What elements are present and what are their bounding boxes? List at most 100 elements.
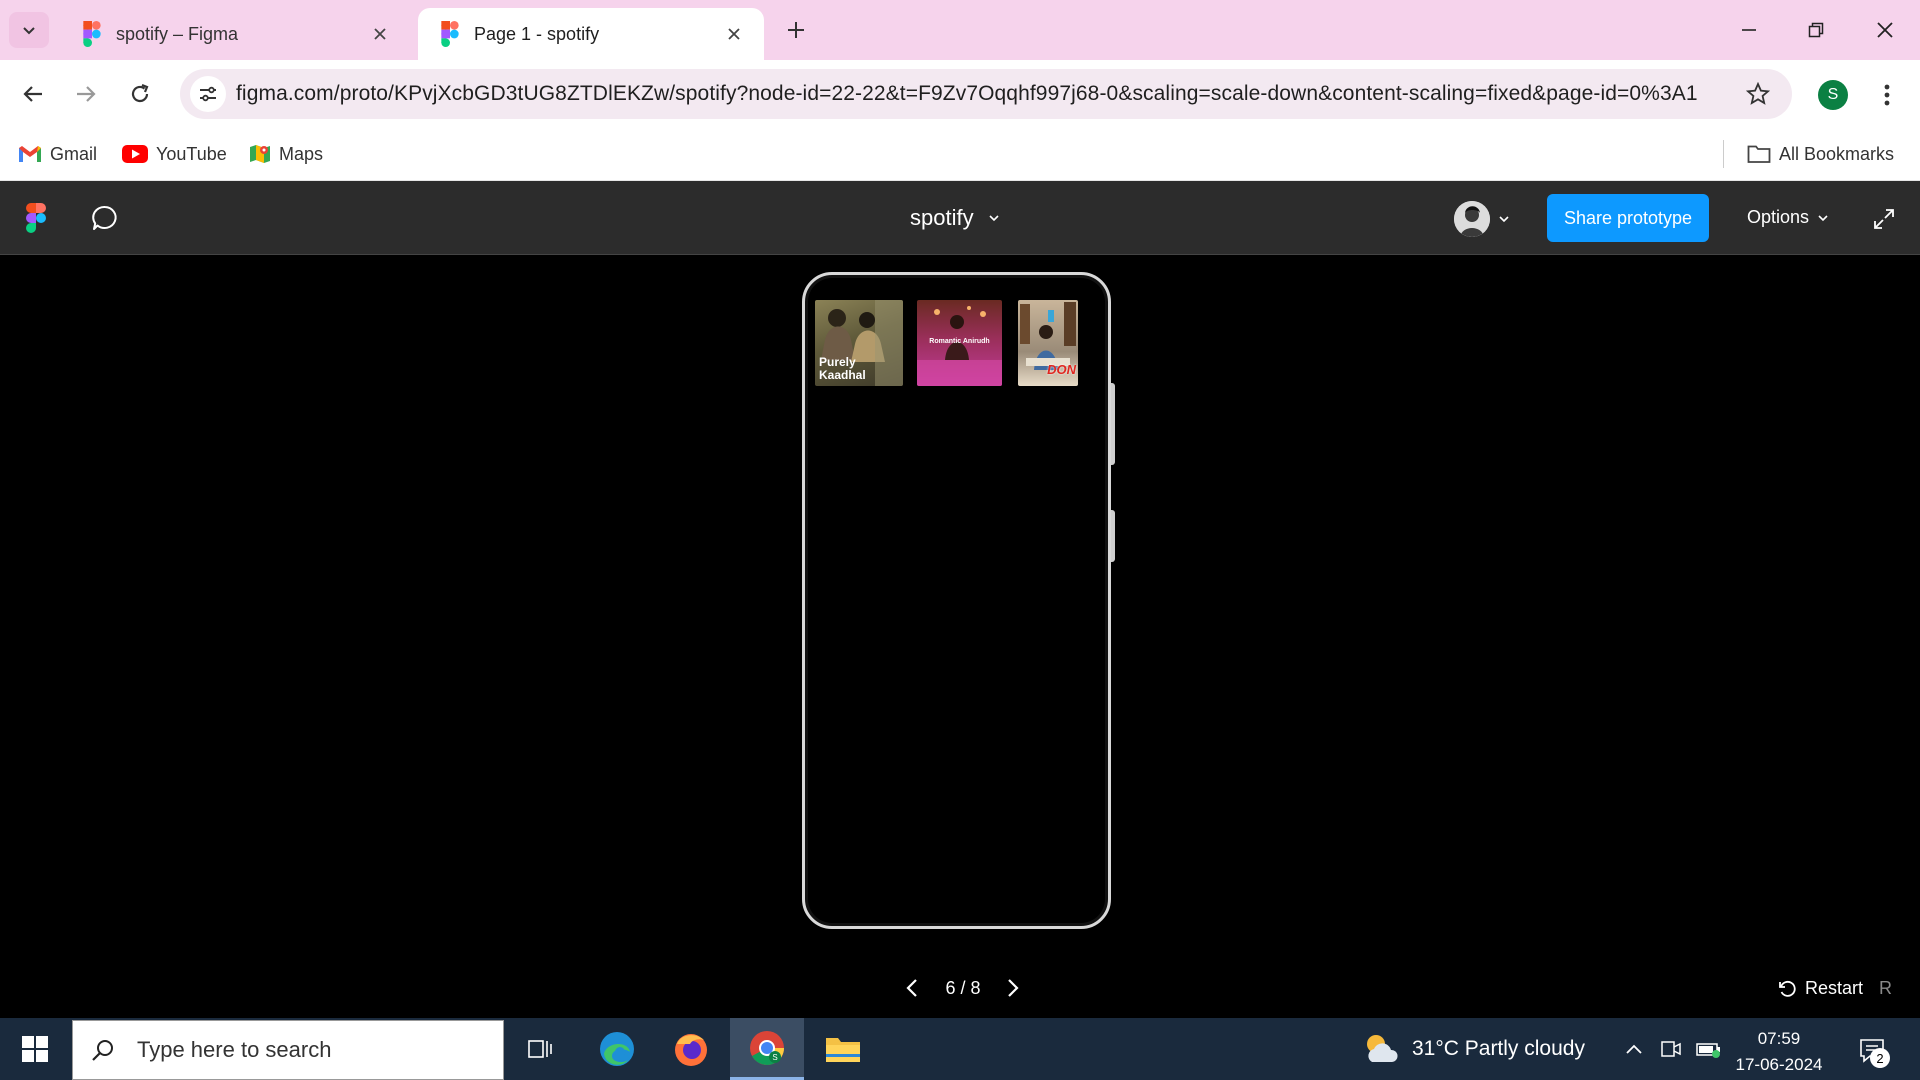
album-title: Purely Kaadhal	[819, 355, 866, 382]
file-title-menu[interactable]: spotify	[910, 205, 1000, 231]
taskbar-firefox[interactable]	[654, 1018, 728, 1080]
notifications-button[interactable]: 2	[1854, 1032, 1890, 1068]
comment-button[interactable]	[88, 201, 122, 235]
user-avatar-menu[interactable]	[1450, 197, 1522, 241]
system-clock[interactable]: 07:59 17-06-2024	[1734, 1026, 1824, 1078]
taskbar-edge[interactable]	[580, 1018, 654, 1080]
minimize-icon	[1742, 29, 1756, 31]
tab-spotify-figma[interactable]: spotify – Figma	[60, 8, 410, 60]
avatar	[1454, 201, 1490, 237]
weather-widget[interactable]: 31°C Partly cloudy	[1362, 1032, 1585, 1066]
more-vert-icon	[1884, 84, 1890, 106]
share-prototype-button[interactable]: Share prototype	[1547, 194, 1709, 242]
album-title: DON	[1047, 362, 1076, 377]
minimize-button[interactable]	[1726, 10, 1772, 50]
forward-button[interactable]	[66, 74, 106, 114]
new-tab-button[interactable]	[780, 14, 812, 46]
album-card-don[interactable]: DON	[1018, 300, 1078, 386]
weather-text: 31°C Partly cloudy	[1412, 1037, 1585, 1060]
address-bar[interactable]: figma.com/proto/KPvjXcbGD3tUG8ZTDlEKZw/s…	[180, 69, 1792, 119]
all-bookmarks-button[interactable]: All Bookmarks	[1747, 140, 1894, 168]
arrow-right-icon	[77, 86, 96, 102]
gmail-icon	[18, 145, 42, 163]
taskbar-search-input[interactable]: Type here to search	[72, 1020, 504, 1080]
chevron-down-icon	[1817, 214, 1829, 222]
windows-taskbar: Type here to search S 31°C Partly cloudy…	[0, 1018, 1920, 1080]
restart-shortcut: R	[1879, 978, 1893, 998]
bookmark-youtube[interactable]: YouTube	[122, 140, 227, 168]
tab-page1-spotify[interactable]: Page 1 - spotify	[418, 8, 764, 60]
arrow-left-icon	[23, 86, 42, 102]
frame-counter: 6 / 8	[945, 978, 981, 998]
bookmark-gmail[interactable]: Gmail	[18, 140, 97, 168]
restore-button[interactable]	[1793, 10, 1839, 50]
figma-logo-icon[interactable]	[26, 203, 46, 233]
svg-text:S: S	[772, 1053, 777, 1062]
options-label: Options	[1747, 207, 1810, 227]
maps-icon	[249, 143, 271, 165]
clock-date: 17-06-2024	[1735, 1055, 1823, 1074]
search-icon	[91, 1038, 115, 1062]
fullscreen-button[interactable]	[1870, 205, 1898, 233]
show-hidden-icons-button[interactable]	[1621, 1036, 1647, 1062]
youtube-icon	[122, 145, 148, 163]
prototype-canvas: Purely Kaadhal Romantic Anirudh DON 6 / …	[0, 255, 1920, 1018]
start-button[interactable]	[0, 1018, 70, 1080]
chevron-up-icon	[1626, 1044, 1642, 1054]
clock-time: 07:59	[1757, 1029, 1801, 1048]
browser-tab-bar: spotify – Figma Page 1 - spotify	[0, 0, 1920, 60]
expand-icon	[1874, 209, 1894, 229]
bookmark-star-button[interactable]	[1744, 80, 1772, 108]
restart-button[interactable]: Restart R	[1777, 978, 1892, 999]
camera-icon	[1661, 1041, 1681, 1057]
close-window-button[interactable]	[1862, 10, 1908, 50]
options-menu[interactable]: Options	[1747, 207, 1829, 228]
bookmark-label: YouTube	[156, 143, 227, 164]
battery-button[interactable]	[1696, 1036, 1722, 1062]
next-frame-button[interactable]	[996, 970, 1030, 1006]
search-placeholder: Type here to search	[137, 1037, 332, 1062]
profile-avatar-button[interactable]: S	[1818, 80, 1848, 110]
prototype-pagination: 6 / 8 Restart R	[0, 970, 1920, 1006]
comment-icon	[92, 205, 117, 230]
site-info-button[interactable]	[190, 76, 226, 112]
bookmarks-divider	[1723, 140, 1724, 168]
firefox-icon	[675, 1034, 707, 1066]
bookmarks-bar: Gmail YouTube Maps All Bookmarks	[0, 128, 1920, 181]
chevron-down-icon	[23, 27, 35, 35]
plus-icon	[788, 22, 804, 38]
tab-search-button[interactable]	[9, 12, 49, 48]
chevron-left-icon	[906, 979, 917, 997]
windows-logo-icon	[22, 1036, 48, 1062]
tab-title: Page 1 - spotify	[474, 23, 600, 44]
bookmark-label: Gmail	[50, 143, 98, 164]
tab-title: spotify – Figma	[116, 23, 239, 44]
previous-frame-button[interactable]	[895, 970, 929, 1006]
album-card-purely-kaadhal[interactable]: Purely Kaadhal	[815, 300, 903, 386]
browser-menu-button[interactable]	[1870, 78, 1904, 112]
chevron-down-icon	[988, 214, 1000, 222]
edge-icon	[600, 1032, 634, 1066]
close-icon	[1877, 22, 1893, 38]
bookmark-label: Maps	[279, 143, 324, 164]
url-text: figma.com/proto/KPvjXcbGD3tUG8ZTDlEKZw/s…	[236, 82, 1698, 105]
battery-charging-icon	[1696, 1043, 1720, 1058]
browser-toolbar: figma.com/proto/KPvjXcbGD3tUG8ZTDlEKZw/s…	[0, 60, 1920, 128]
reload-icon	[131, 83, 149, 103]
back-button[interactable]	[13, 74, 53, 114]
taskbar-chrome[interactable]: S	[730, 1018, 804, 1080]
restart-icon	[1779, 980, 1796, 997]
task-view-button[interactable]	[504, 1018, 578, 1080]
folder-icon	[826, 1038, 860, 1062]
taskbar-file-explorer[interactable]	[806, 1018, 880, 1080]
figma-favicon-icon	[83, 21, 101, 47]
meet-now-button[interactable]	[1658, 1036, 1684, 1062]
close-tab-icon[interactable]	[722, 22, 746, 46]
restart-label: Restart	[1805, 978, 1864, 998]
album-card-romantic-anirudh[interactable]: Romantic Anirudh	[917, 300, 1002, 386]
bookmark-maps[interactable]: Maps	[249, 140, 323, 168]
chrome-icon: S	[750, 1030, 784, 1065]
figma-favicon-icon	[441, 21, 459, 47]
close-tab-icon[interactable]	[368, 22, 392, 46]
reload-button[interactable]	[120, 74, 160, 114]
